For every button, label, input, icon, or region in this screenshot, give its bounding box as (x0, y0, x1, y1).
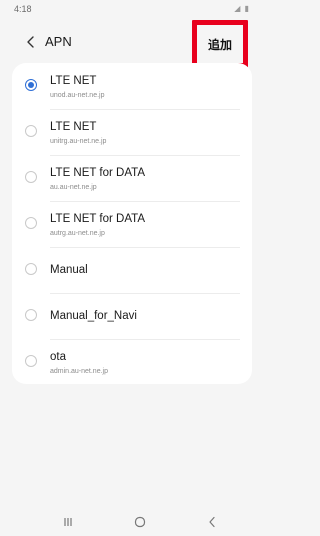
add-button-label: 追加 (207, 37, 232, 52)
apn-item-manual-for-navi[interactable]: Manual_for_Navi (12, 293, 252, 339)
apn-name: Manual_for_Navi (50, 310, 137, 322)
status-bar: 4:18 ◢ ▮ (0, 0, 264, 20)
apn-address: admin.au-net.ne.jp (50, 368, 108, 375)
radio-button[interactable] (25, 171, 37, 183)
radio-button[interactable] (25, 217, 37, 229)
page-title: APN (45, 34, 72, 49)
recents-button[interactable] (58, 514, 78, 530)
radio-button[interactable] (25, 355, 37, 367)
apn-address: unod.au-net.ne.jp (50, 92, 105, 99)
apn-address: autrg.au-net.ne.jp (50, 230, 105, 237)
apn-name: Manual (50, 264, 88, 276)
home-icon (134, 516, 146, 528)
apn-item-ota[interactable]: ota admin.au-net.ne.jp (12, 339, 252, 385)
apn-name: LTE NET for DATA (50, 167, 145, 179)
apn-address: unitrg.au-net.ne.jp (50, 138, 107, 145)
apn-name: LTE NET (50, 121, 97, 133)
add-button[interactable]: 追加 (192, 20, 248, 68)
radio-button[interactable] (25, 309, 37, 321)
apn-item-lte-net-for-data-autrg[interactable]: LTE NET for DATA autrg.au-net.ne.jp (12, 201, 252, 247)
radio-button[interactable] (25, 125, 37, 137)
apn-name: ota (50, 351, 66, 363)
chevron-left-icon (27, 36, 34, 48)
apn-name: LTE NET for DATA (50, 213, 145, 225)
apn-item-manual[interactable]: Manual (12, 247, 252, 293)
apn-item-lte-net-for-data-au[interactable]: LTE NET for DATA au.au-net.ne.jp (12, 155, 252, 201)
back-icon (209, 516, 215, 528)
status-icons: ◢ ▮ (234, 4, 250, 13)
home-button[interactable] (130, 514, 150, 530)
navigation-bar (0, 508, 264, 536)
status-time: 4:18 (14, 4, 32, 14)
radio-button[interactable] (25, 263, 37, 275)
recents-icon (64, 518, 72, 526)
apn-item-lte-net-unitrg[interactable]: LTE NET unitrg.au-net.ne.jp (12, 109, 252, 155)
apn-item-lte-net-unod[interactable]: LTE NET unod.au-net.ne.jp (12, 63, 252, 109)
apn-name: LTE NET (50, 75, 97, 87)
apn-list: LTE NET unod.au-net.ne.jp LTE NET unitrg… (12, 63, 252, 384)
apn-address: au.au-net.ne.jp (50, 184, 97, 191)
radio-button-selected[interactable] (25, 79, 37, 91)
back-button[interactable] (20, 30, 42, 54)
back-nav-button[interactable] (202, 514, 222, 530)
